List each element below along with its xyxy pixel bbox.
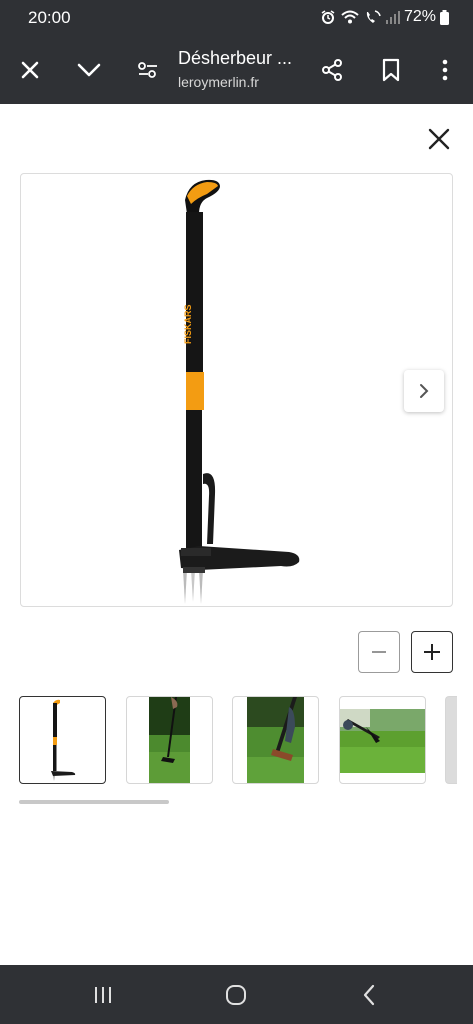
home-button[interactable]: [214, 977, 258, 1013]
minus-icon: [372, 651, 386, 653]
bookmark-button[interactable]: [371, 50, 411, 90]
status-time: 20:00: [28, 8, 71, 27]
thumbnail-2[interactable]: [126, 696, 213, 784]
close-icon: [21, 61, 39, 79]
battery-icon: [440, 9, 449, 25]
share-button[interactable]: [312, 50, 352, 90]
call-wifi-icon: [364, 9, 382, 25]
zoom-out-button[interactable]: [358, 631, 400, 673]
thumbnail-5-peek[interactable]: [445, 696, 457, 784]
thumbnail-1[interactable]: [19, 696, 106, 784]
recent-apps-icon: [95, 987, 111, 1003]
chevron-down-icon: [77, 63, 101, 77]
alarm-icon: [320, 9, 336, 25]
tune-icon: [138, 62, 157, 78]
plus-icon: [424, 644, 440, 660]
page-title: Désherbeur ...: [178, 48, 293, 68]
thumbnail-scrollbar[interactable]: [19, 800, 169, 804]
page-url: leroymerlin.fr: [178, 74, 259, 90]
chevron-right-icon: [420, 384, 429, 398]
weeder-in-use-grass-thumb: [149, 697, 190, 783]
next-image-button[interactable]: [404, 370, 444, 412]
home-icon: [226, 985, 246, 1005]
share-icon: [322, 59, 342, 81]
signal-icon: [385, 10, 400, 24]
battery-level: 72%: [403, 8, 436, 25]
more-vert-icon: [442, 59, 448, 81]
close-viewer-button[interactable]: [420, 120, 458, 158]
thumbnail-4[interactable]: [339, 696, 426, 784]
page-title-block[interactable]: Désherbeur ... leroymerlin.fr: [178, 48, 308, 90]
close-tab-button[interactable]: [10, 50, 50, 90]
weeder-product-image: FISKARS: [179, 179, 300, 604]
site-settings-button[interactable]: [128, 50, 168, 90]
weeder-garden-scene-thumb: [340, 709, 425, 773]
weeder-foot-press-thumb: [247, 697, 304, 783]
more-options-button[interactable]: [425, 50, 465, 90]
back-button[interactable]: [347, 977, 391, 1013]
weeder-product-thumb: [51, 699, 76, 781]
browser-toolbar: Désherbeur ... leroymerlin.fr: [0, 36, 473, 104]
thumbnail-3[interactable]: [232, 696, 319, 784]
system-nav-bar: [0, 965, 473, 1024]
zoom-in-button[interactable]: [411, 631, 453, 673]
wifi-icon: [340, 9, 360, 25]
status-bar: 20:00 72%: [0, 0, 473, 36]
status-icons: 72%: [320, 8, 449, 26]
bookmark-icon: [382, 58, 400, 82]
close-icon: [428, 128, 450, 150]
minimize-button[interactable]: [69, 50, 109, 90]
brand-logo: FISKARS: [183, 304, 193, 344]
main-product-image[interactable]: FISKARS: [20, 173, 453, 607]
back-icon: [363, 984, 375, 1006]
recent-apps-button[interactable]: [81, 977, 125, 1013]
